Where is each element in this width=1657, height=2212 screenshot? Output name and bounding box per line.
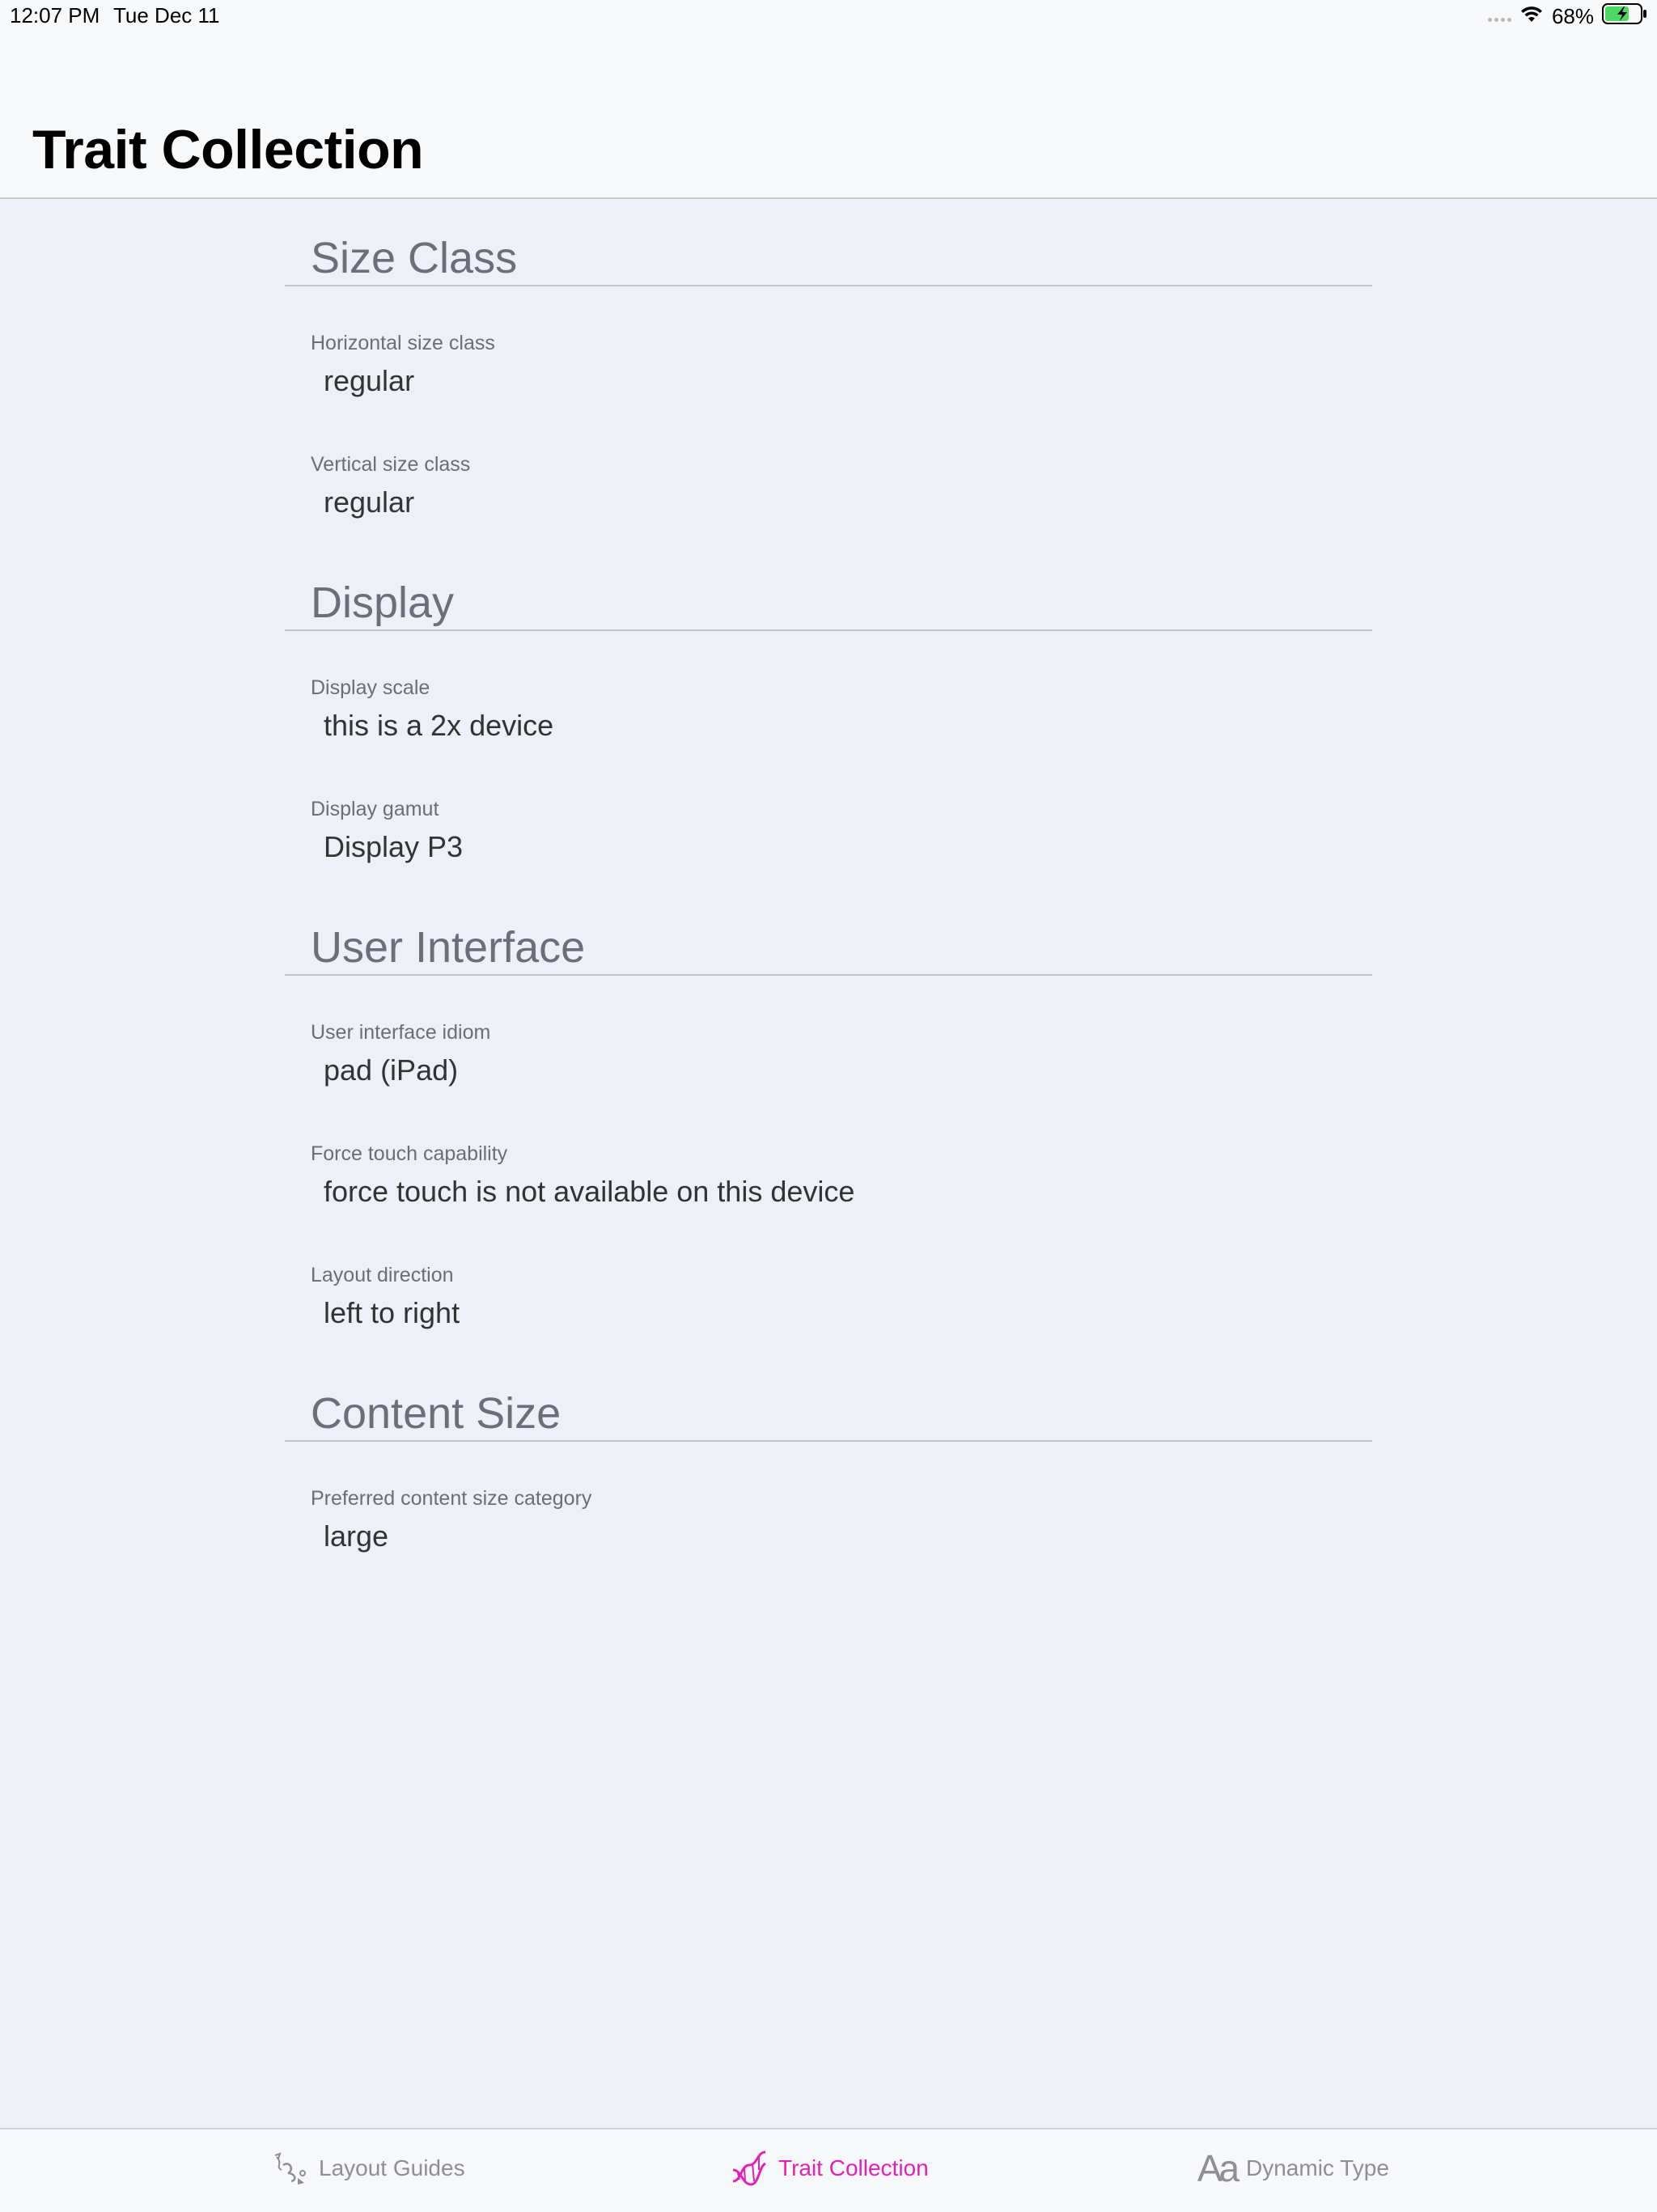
row-label: Vertical size class (311, 453, 471, 476)
tab-dynamic-type[interactable]: Aa Dynamic Type (1197, 2149, 1389, 2188)
battery-charging-icon (1602, 3, 1647, 30)
list-item: Layout direction left to right (285, 1218, 1372, 1340)
aa-icon: Aa (1197, 2147, 1240, 2189)
row-value: regular (324, 364, 415, 397)
dna-icon (730, 2149, 769, 2188)
page-title: Trait Collection (32, 119, 424, 180)
section-header-user-interface: User Interface (285, 874, 1372, 976)
section-header-content-size: Content Size (285, 1340, 1372, 1442)
status-date: Tue Dec 11 (113, 3, 220, 28)
row-label: Display scale (311, 676, 430, 699)
wifi-icon (1519, 4, 1544, 29)
section-title: Size Class (311, 234, 518, 282)
section-title: User Interface (311, 923, 586, 972)
status-bar: 12:07 PM Tue Dec 11 68% (0, 0, 1657, 32)
row-value: this is a 2x device (324, 709, 554, 742)
section-title: Display (311, 578, 455, 627)
status-indicators: 68% (1487, 3, 1647, 30)
trait-content: Size Class Horizontal size class regular… (285, 197, 1372, 1563)
row-label: Horizontal size class (311, 332, 495, 354)
row-value: large (324, 1519, 389, 1553)
tab-layout-guides[interactable]: Layout Guides (270, 2149, 465, 2188)
status-time: 12:07 PM (10, 3, 100, 28)
tab-trait-collection[interactable]: Trait Collection (730, 2149, 929, 2188)
cellular-signal-icon (1487, 18, 1511, 22)
row-label: Layout direction (311, 1264, 454, 1286)
row-label: Preferred content size category (311, 1487, 592, 1510)
layout-guides-icon (270, 2149, 309, 2188)
row-value: force touch is not available on this dev… (324, 1175, 855, 1208)
row-label: User interface idiom (311, 1021, 491, 1044)
tab-label: Layout Guides (319, 2155, 465, 2180)
list-item: Horizontal size class regular (285, 286, 1372, 408)
row-value: left to right (324, 1296, 460, 1329)
tab-bar: Layout Guides Trait Collection Aa Dynami… (0, 2128, 1657, 2212)
section-header-display: Display (285, 529, 1372, 631)
row-value: Display P3 (324, 830, 464, 863)
row-value: regular (324, 485, 415, 519)
tab-label: Trait Collection (778, 2155, 929, 2180)
section-title: Content Size (311, 1389, 562, 1438)
row-value: pad (iPad) (324, 1053, 459, 1087)
list-item: User interface idiom pad (iPad) (285, 976, 1372, 1097)
list-item: Force touch capability force touch is no… (285, 1097, 1372, 1218)
section-header-size-class: Size Class (285, 197, 1372, 286)
battery-percent: 68% (1551, 4, 1594, 28)
navigation-bar: 12:07 PM Tue Dec 11 68% Trait Collection (0, 0, 1657, 199)
list-item: Preferred content size category large (285, 1442, 1372, 1563)
row-label: Force touch capability (311, 1142, 508, 1165)
row-label: Display gamut (311, 798, 439, 820)
list-item: Display scale this is a 2x device (285, 631, 1372, 752)
list-item: Display gamut Display P3 (285, 752, 1372, 874)
list-item: Vertical size class regular (285, 408, 1372, 529)
tab-label: Dynamic Type (1246, 2155, 1389, 2180)
